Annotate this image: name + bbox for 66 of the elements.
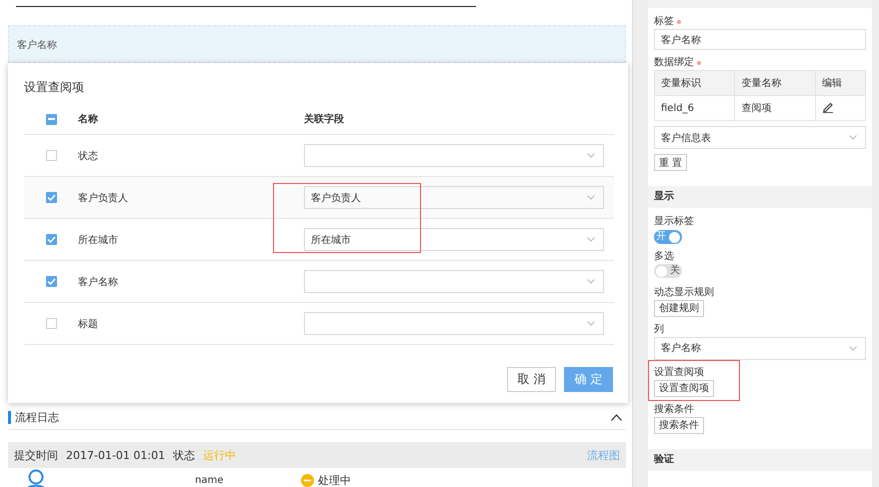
section-header: 验证 [648, 448, 872, 470]
field-label: 标签 [654, 14, 674, 29]
select-field[interactable] [304, 270, 604, 293]
field-label: 搜索条件 [654, 402, 695, 416]
check-icon [47, 194, 56, 201]
check-icon [47, 236, 56, 243]
field-label: 显示标签 [654, 214, 695, 229]
table-cell: field_6 [654, 96, 735, 120]
checkbox[interactable] [46, 276, 57, 287]
field-label: 数据绑定 [654, 56, 694, 70]
text-input[interactable]: 客户名称 [654, 29, 866, 50]
chevron-down-icon [587, 195, 595, 200]
toggle-switch[interactable]: 关 [654, 264, 682, 278]
checkbox[interactable] [46, 318, 57, 329]
chevron-up-icon [611, 414, 622, 420]
user-name: name [195, 474, 224, 486]
status-text: 运行中 [203, 448, 236, 462]
table-cell-text: 所在城市 [78, 234, 119, 246]
pencil-icon[interactable] [822, 100, 834, 112]
check-icon [47, 278, 56, 285]
column-header: 关联字段 [304, 112, 345, 126]
select-field[interactable] [304, 144, 604, 167]
chevron-down-icon [587, 237, 595, 242]
checkbox[interactable] [46, 114, 57, 124]
checkbox[interactable] [46, 192, 57, 203]
table-cell-text: 状态 [78, 150, 99, 162]
field-label: 动态显示规则 [654, 286, 715, 300]
field-label: 提交时间 [14, 448, 58, 462]
select-field[interactable]: 所在城市 [304, 228, 604, 251]
status-text: 处理中 [318, 472, 351, 487]
field-value: 2017-01-01 01:01 [66, 448, 166, 462]
button[interactable]: 搜索条件 [654, 416, 704, 434]
field-label: 客户名称 [17, 40, 57, 51]
column-header: 名称 [78, 112, 99, 126]
table-cell-text: 客户负责人 [78, 192, 129, 204]
field-label: 列 [654, 322, 665, 336]
section-header: 显示 [648, 186, 872, 208]
select-field[interactable]: 客户信息表 [654, 126, 866, 149]
table-row[interactable]: 客户负责人 客户负责人 [24, 177, 614, 219]
select-field[interactable] [304, 312, 604, 335]
pending-icon [301, 474, 314, 486]
chevron-down-icon [849, 135, 857, 140]
dialog-title: 设置查阅项 [24, 79, 85, 96]
field-label: 设置查阅项 [654, 366, 705, 380]
chevron-down-icon [587, 321, 595, 326]
chevron-down-icon [587, 279, 595, 284]
table-cell-text: 客户名称 [78, 276, 119, 288]
cancel-button[interactable]: 取 消 [507, 367, 556, 392]
table-cell: 查阅项 [734, 96, 816, 120]
checkbox[interactable] [46, 234, 57, 245]
section-title: 流程日志 [15, 410, 60, 424]
select-field[interactable]: 客户负责人 [304, 186, 604, 209]
column-header: 变量标识 [654, 70, 735, 96]
chevron-down-icon [849, 346, 857, 350]
checkbox[interactable] [46, 150, 57, 161]
button[interactable]: 创建规则 [654, 300, 704, 316]
column-header: 编辑 [815, 70, 866, 96]
column-header: 变量名称 [734, 70, 816, 96]
field-label: 多选 [654, 250, 675, 264]
button[interactable]: 重 置 [654, 154, 688, 171]
accent-bar [8, 410, 11, 424]
button[interactable]: 设置查阅项 [654, 380, 714, 396]
chevron-down-icon [587, 153, 595, 158]
table-cell-text: 标题 [78, 318, 99, 330]
field-label: 状态 [173, 448, 196, 462]
select-field[interactable]: 客户名称 [654, 336, 866, 360]
